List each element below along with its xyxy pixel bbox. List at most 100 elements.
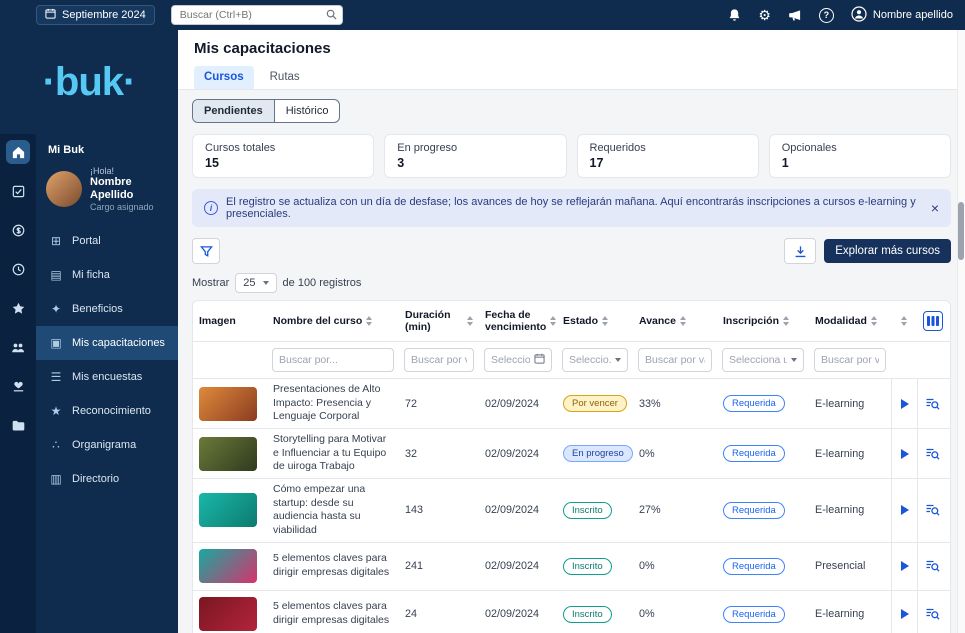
filter-select[interactable]: Selecciona u... <box>722 348 804 372</box>
course-name[interactable]: Cómo empezar una startup: desde su audie… <box>273 483 365 536</box>
course-name[interactable]: Presentaciones de Alto Impacto: Presenci… <box>273 383 380 422</box>
people-icon[interactable] <box>6 335 30 359</box>
period-selector[interactable]: Septiembre 2024 <box>36 5 155 25</box>
column-settings-button[interactable] <box>923 311 943 331</box>
course-duration: 143 <box>399 500 479 520</box>
course-name[interactable]: 5 elementos claves para dirigir empresas… <box>273 552 389 578</box>
page-size-select[interactable]: 25 <box>235 273 276 293</box>
sort-icon[interactable] <box>366 316 372 326</box>
sort-icon[interactable] <box>871 316 877 326</box>
home-icon[interactable] <box>6 140 30 164</box>
course-thumbnail[interactable] <box>199 597 257 631</box>
user-menu[interactable]: Nombre apellido <box>851 6 953 25</box>
search-icon <box>326 9 337 20</box>
buk-logo: ·buk· <box>0 30 178 134</box>
requests-icon[interactable] <box>6 179 30 203</box>
menu-item-label: Mis encuestas <box>72 371 142 383</box>
calendar-icon <box>45 8 56 22</box>
column-header[interactable]: Estado <box>557 307 633 335</box>
notifications-bell-icon[interactable] <box>728 8 741 22</box>
view-details-icon <box>925 397 940 411</box>
sort-icon[interactable] <box>783 316 789 326</box>
play-button[interactable] <box>891 543 917 590</box>
play-button[interactable] <box>891 479 917 542</box>
sort-icon[interactable] <box>550 316 556 326</box>
status-badge: Inscrito <box>563 558 612 575</box>
sidebar-item-directorio[interactable]: ▥ Directorio <box>36 462 178 496</box>
folder-icon[interactable] <box>6 413 30 437</box>
column-header[interactable]: Avance <box>633 307 717 335</box>
filter-input[interactable] <box>638 348 712 372</box>
reconocimiento-icon: ★ <box>49 404 63 418</box>
play-icon <box>900 398 910 410</box>
sidebar-item-portal[interactable]: ⊞ Portal <box>36 224 178 258</box>
column-header[interactable]: Modalidad <box>809 307 891 335</box>
view-details-button[interactable] <box>917 379 947 428</box>
column-header[interactable]: Fecha de vencimiento <box>479 301 557 341</box>
search-input[interactable] <box>171 5 343 25</box>
filter-button[interactable] <box>192 238 220 264</box>
time-clock-icon[interactable] <box>6 257 30 281</box>
icon-rail <box>0 134 36 633</box>
explore-courses-button[interactable]: Explorar más cursos <box>824 239 951 263</box>
column-header[interactable] <box>891 308 917 334</box>
table-toolbar: Explorar más cursos <box>192 238 951 264</box>
sidebar-item-mis-capacitaciones[interactable]: ▣ Mis capacitaciones <box>36 326 178 360</box>
sort-icon[interactable] <box>467 316 473 326</box>
course-due-date: 02/09/2024 <box>479 500 557 520</box>
filter-input[interactable] <box>814 348 886 372</box>
course-thumbnail[interactable] <box>199 493 257 527</box>
sidebar-item-mis-encuestas[interactable]: ☰ Mis encuestas <box>36 360 178 394</box>
payments-icon[interactable] <box>6 218 30 242</box>
stat-value: 1 <box>782 156 938 170</box>
segment-histórico[interactable]: Histórico <box>274 100 340 122</box>
tab-rutas[interactable]: Rutas <box>260 66 310 89</box>
enrollment-badge: Requerida <box>723 558 785 575</box>
course-duration: 241 <box>399 556 479 576</box>
column-header[interactable]: Duración (min) <box>399 301 479 341</box>
course-thumbnail[interactable] <box>199 549 257 583</box>
section-label: Mi Buk <box>36 134 178 166</box>
course-thumbnail[interactable] <box>199 387 257 421</box>
column-header[interactable]: Inscripción <box>717 307 809 335</box>
sidebar-item-beneficios[interactable]: ✦ Beneficios <box>36 292 178 326</box>
play-button[interactable] <box>891 379 917 428</box>
recognition-heart-icon[interactable] <box>6 374 30 398</box>
course-thumbnail[interactable] <box>199 437 257 471</box>
sort-icon[interactable] <box>602 316 608 326</box>
view-details-button[interactable] <box>917 479 947 542</box>
filter-select[interactable]: Seleccio... <box>484 348 552 372</box>
settings-gear-icon[interactable]: ⚙ <box>758 8 771 22</box>
view-details-button[interactable] <box>917 543 947 590</box>
column-header[interactable]: Nombre del curso <box>267 307 399 335</box>
banner-close-icon[interactable]: × <box>931 201 939 215</box>
tab-cursos[interactable]: Cursos <box>194 66 254 89</box>
status-badge: Por vencer <box>563 395 627 412</box>
play-button[interactable] <box>891 591 917 633</box>
sidebar-item-mi-ficha[interactable]: ▤ Mi ficha <box>36 258 178 292</box>
course-name[interactable]: 5 elementos claves para dirigir empresas… <box>273 600 389 626</box>
sidebar-item-reconocimiento[interactable]: ★ Reconocimiento <box>36 394 178 428</box>
help-icon[interactable]: ? <box>819 8 834 23</box>
profile-card[interactable]: ¡Hola! Nombre Apellido Cargo asignado <box>36 166 178 224</box>
sidebar-item-organigrama[interactable]: ∴ Organigrama <box>36 428 178 462</box>
vertical-scrollbar[interactable] <box>957 30 965 633</box>
filter-select[interactable]: Seleccio... <box>562 348 628 372</box>
view-details-button[interactable] <box>917 429 947 478</box>
announcements-megaphone-icon[interactable] <box>788 9 802 22</box>
sort-icon[interactable] <box>680 316 686 326</box>
column-header[interactable]: Imagen <box>193 307 267 335</box>
sidebar-menu: ⊞ Portal ▤ Mi ficha ✦ Beneficios ▣ Mis c… <box>36 224 178 496</box>
menu-item-label: Mis capacitaciones <box>72 337 165 349</box>
download-button[interactable] <box>784 238 816 264</box>
sort-icon[interactable] <box>901 316 907 326</box>
filter-input[interactable] <box>404 348 474 372</box>
star-icon[interactable] <box>6 296 30 320</box>
filter-input[interactable] <box>272 348 394 372</box>
show-label: Mostrar <box>192 277 229 289</box>
play-button[interactable] <box>891 429 917 478</box>
scrollbar-thumb[interactable] <box>958 202 964 260</box>
segment-pendientes[interactable]: Pendientes <box>193 100 274 122</box>
course-name[interactable]: Storytelling para Motivar e Influenciar … <box>273 433 386 472</box>
view-details-button[interactable] <box>917 591 947 633</box>
